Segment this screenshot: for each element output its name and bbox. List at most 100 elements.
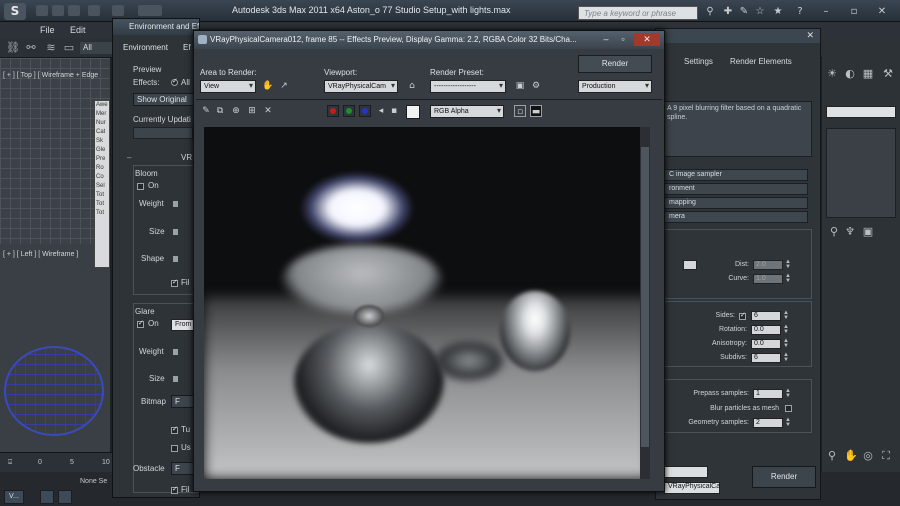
rollout-toggle-icon[interactable]: – [127,153,131,162]
modifier-stack[interactable] [826,128,896,218]
geometry-samples-spinner[interactable]: ▲ ▼ [785,417,791,428]
env-titlebar[interactable]: Environment and Effects [113,19,199,35]
list-item[interactable]: Awe [95,101,109,110]
bloom-on-checkbox[interactable] [137,183,144,190]
menu-file[interactable]: File [40,25,55,35]
redo-icon[interactable] [112,5,124,16]
show-original-button[interactable]: Show Original [133,93,195,106]
dist-field[interactable]: 2.0 [753,260,783,270]
subscription-icon[interactable]: ✚ [722,6,734,18]
glare-size-slider[interactable] [173,376,178,382]
render-button[interactable]: Render [752,466,816,488]
max-logo-icon[interactable]: S [4,3,26,20]
maximize-icon[interactable]: ▫ [848,6,860,18]
shape-slider[interactable] [173,256,178,262]
glare-weight-slider[interactable] [173,349,178,355]
sides-checkbox[interactable] [739,311,746,320]
prepass-spinner[interactable]: ▲ ▼ [785,388,791,399]
bloom-fill-checkbox[interactable] [171,278,178,287]
list-item[interactable]: Tot [95,200,109,209]
save-image-icon[interactable]: ✎ [200,105,212,117]
viewport-top-label[interactable]: [ + ] [ Top ] [ Wireframe + Edge [3,72,98,79]
help-icon[interactable]: ? [794,6,806,18]
use-checkbox[interactable] [171,445,178,452]
open-file-icon[interactable] [52,5,64,16]
lock-icon[interactable]: ⌂ [406,80,418,92]
rotation-field[interactable]: 0.0 [751,325,781,335]
alpha-toggle-icon[interactable]: ◂ [375,105,387,117]
modify-icon[interactable]: ◐ [844,68,856,80]
list-item[interactable]: Mer [95,110,109,119]
minimize-icon[interactable]: – [820,6,832,18]
tab-settings[interactable]: Settings [684,57,713,66]
rollout-color-mapping[interactable]: mapping [662,197,808,209]
turn-checkbox[interactable] [171,425,178,434]
rollout-camera[interactable]: mera [662,211,808,223]
save-file-icon[interactable] [68,5,80,16]
auto-region-icon[interactable]: ↗ [278,80,290,92]
subdivs-spinner[interactable]: ▲ ▼ [783,352,789,363]
pan-icon[interactable]: ✋ [844,450,858,462]
list-item[interactable]: Sel [95,182,109,191]
orbit-icon[interactable]: ◎ [862,450,874,462]
rollout-image-sampler[interactable]: C image sampler [662,169,808,181]
channel-dropdown[interactable]: RGB Alpha [430,105,504,118]
render-setup-icon[interactable]: ▣ [514,80,526,92]
rotation-spinner[interactable]: ▲ ▼ [783,324,789,335]
sides-field[interactable]: 6 [751,311,781,321]
clear-icon[interactable]: ✕ [262,105,274,117]
tab-render-elements[interactable]: Render Elements [730,57,792,66]
color-swatch[interactable] [406,105,420,119]
undo-icon[interactable] [88,5,100,16]
tab-effects[interactable]: Ef [183,43,191,52]
taskbar-window-button[interactable]: V... [4,490,24,504]
project-folder-icon[interactable] [138,5,162,16]
selection-filter-icon[interactable]: ▭ [62,41,76,55]
area-to-render-dropdown[interactable]: View [200,80,256,93]
maximize-icon[interactable]: ▫ [615,33,631,46]
vray-lens-rollout[interactable]: VR [181,153,192,162]
taskbar-restore-button[interactable] [40,490,54,504]
tab-environment[interactable]: Environment [123,43,168,52]
display-mono-icon[interactable]: ▬ [530,105,542,117]
close-icon[interactable]: ✕ [806,30,814,41]
anisotropy-spinner[interactable]: ▲ ▼ [783,338,789,349]
zoom-icon[interactable]: ⚲ [826,450,838,462]
mono-toggle-icon[interactable]: ▪ [388,105,400,117]
display-alpha-icon[interactable]: ▫ [514,105,526,117]
anisotropy-field[interactable]: 0.0 [751,339,781,349]
list-item[interactable]: Nur [95,119,109,128]
edit-region-icon[interactable]: ✋ [262,80,274,92]
fill2-checkbox[interactable] [171,485,178,494]
close-icon[interactable]: ✕ [634,33,660,46]
red-channel-toggle[interactable] [327,105,339,117]
rollout-environment[interactable]: ronment [662,183,808,195]
render-preset-dropdown[interactable]: ------------------ [430,80,506,93]
effects-list[interactable]: Awe Mer Nur Cat Sk Gle Pre Ro Co Sel Tot… [94,100,110,268]
utilities-icon[interactable]: ⚒ [882,68,894,80]
close-icon[interactable]: ✕ [876,6,888,18]
geometry-samples-field[interactable]: 2 [753,418,783,428]
new-file-icon[interactable] [36,5,48,16]
max-script-icon[interactable]: ⌹ [8,459,12,467]
list-item[interactable]: Cat [95,128,109,137]
view-dropdown[interactable]: VRayPhysicalCa [664,482,720,494]
communication-icon[interactable]: ✎ [738,6,750,18]
size-slider[interactable] [173,229,178,235]
list-item[interactable]: Sk [95,137,109,146]
favorites-icon[interactable]: ☆ [754,6,766,18]
glare-on-checkbox[interactable] [137,319,144,328]
bind-space-warp-icon[interactable]: ≋ [44,41,58,55]
minimize-icon[interactable]: – [598,33,614,46]
selection-filter-dropdown[interactable]: All [80,42,114,54]
copy-image-icon[interactable]: ⧉ [214,105,226,117]
binoculars-icon[interactable]: ⚲ [704,6,716,18]
star-icon[interactable]: ★ [772,6,784,18]
viewport-dropdown[interactable]: VRayPhysicalCam [324,80,398,93]
dist-spinner[interactable]: ▲ ▼ [785,259,791,270]
blue-channel-toggle[interactable] [359,105,371,117]
preset-dropdown[interactable] [664,466,708,478]
green-channel-toggle[interactable] [343,105,355,117]
hierarchy-icon[interactable]: ▦ [862,68,874,80]
scrollbar-thumb[interactable] [641,147,649,447]
